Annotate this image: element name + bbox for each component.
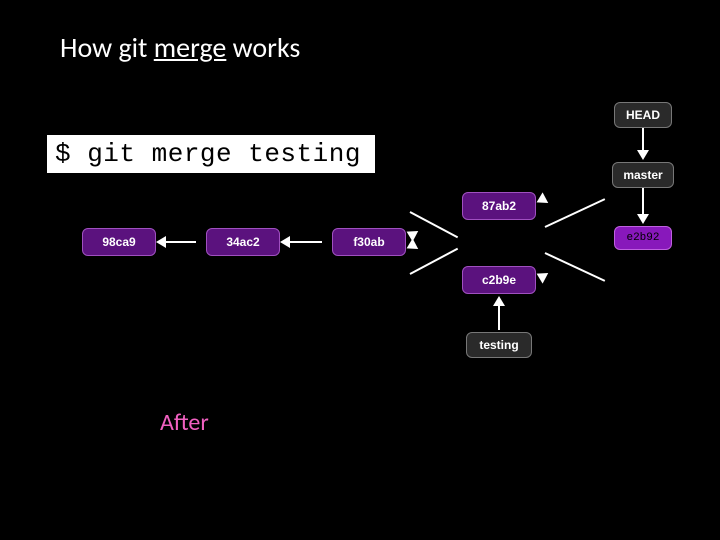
node-c2: 34ac2 [206,228,280,256]
arrow-c2-c1-head [156,236,166,248]
arrow-testing-c5-head [493,296,505,306]
command-line: $ git merge testing [47,135,375,173]
arrow-head-master-head [637,150,649,160]
title-suffix: works [226,30,300,65]
arrow-merge-c5-line [545,252,606,282]
arrow-c3-c2-line [290,241,322,243]
title-emph: merge [154,30,227,65]
node-c1: 98ca9 [82,228,156,256]
arrow-merge-c4-line [545,198,606,228]
after-label: After [160,408,209,437]
node-c4: 87ab2 [462,192,536,220]
node-master: master [612,162,674,188]
arrow-c2-c1-line [166,241,196,243]
arrow-master-merge-line [642,188,644,216]
page-title: How git merge works [60,30,300,65]
node-testing: testing [466,332,532,358]
node-merge-commit: e2b92 [614,226,672,250]
arrow-c5-c3-head [404,238,418,253]
arrow-testing-c5-line [498,306,500,330]
arrow-c4-c3-line [410,211,459,238]
arrow-head-master-line [642,128,644,152]
node-c5: c2b9e [462,266,536,294]
arrow-c3-c2-head [280,236,290,248]
arrow-c5-c3-line [410,248,459,275]
node-head: HEAD [614,102,672,128]
arrow-master-merge-head [637,214,649,224]
title-prefix: How git [60,30,154,65]
diagram-stage: How git merge works $ git merge testing … [0,0,720,540]
node-c3: f30ab [332,228,406,256]
